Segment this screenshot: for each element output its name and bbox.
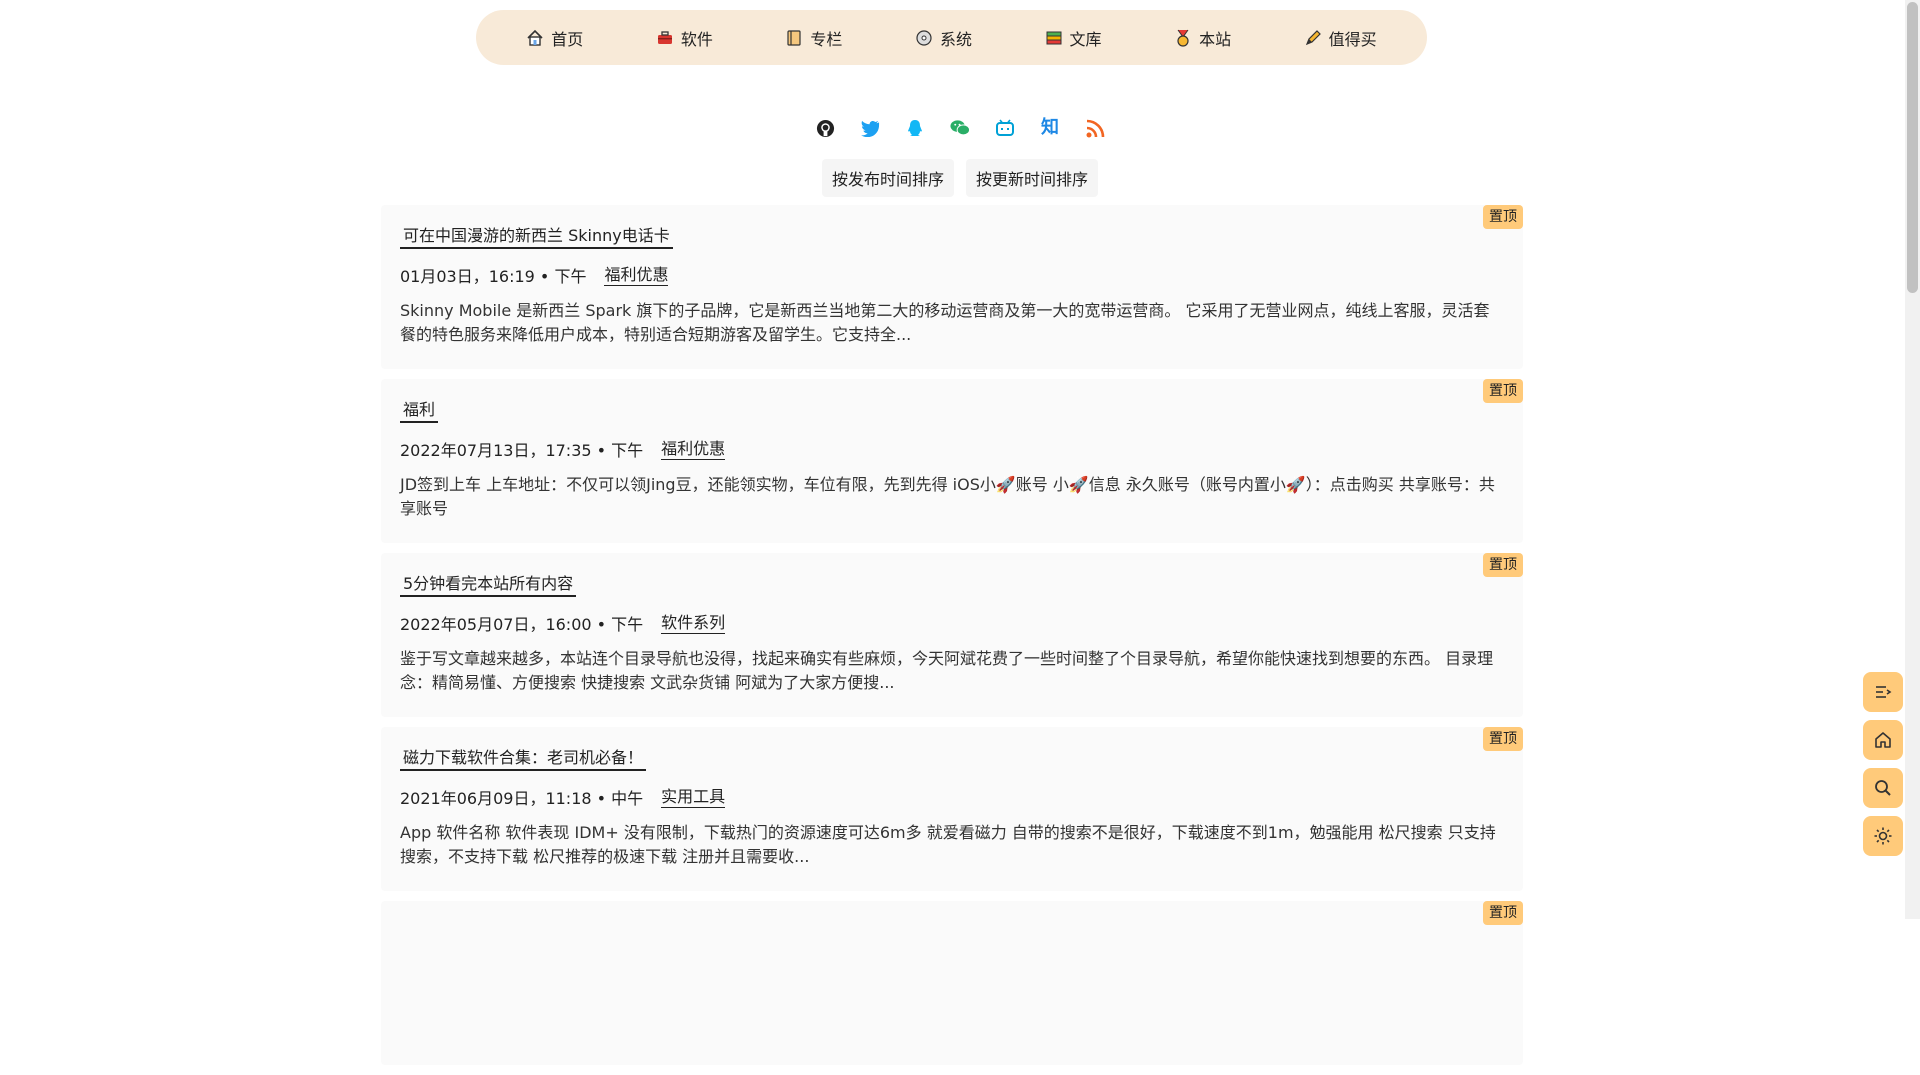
twitter-icon[interactable]	[860, 118, 880, 138]
nav-item-system[interactable]: 系统	[915, 26, 972, 50]
post-category-link[interactable]: 软件系列	[661, 612, 726, 634]
pinned-badge: 置顶	[1483, 205, 1523, 229]
search-icon	[1875, 780, 1891, 796]
wechat-icon[interactable]	[950, 118, 970, 138]
theme-toggle-button[interactable]	[1863, 816, 1903, 856]
github-icon[interactable]	[815, 118, 835, 138]
nav-label: 首页	[551, 29, 584, 49]
nav-item-home[interactable]: 首页	[526, 26, 583, 50]
post-meta: 2022年05月07日，16:00 • 下午 软件系列	[400, 611, 1505, 635]
post-meta: 01月03日，16:19 • 下午 福利优惠	[400, 263, 1505, 287]
pen-icon	[1305, 29, 1321, 45]
notebook-icon	[787, 29, 801, 46]
nav-item-column[interactable]: 专栏	[785, 26, 842, 50]
nav-label: 软件	[680, 29, 713, 49]
pinned-badge: 置顶	[1483, 379, 1523, 403]
theme-sun-icon	[1874, 827, 1892, 845]
pinned-badge: 置顶	[1483, 553, 1523, 577]
search-button[interactable]	[1863, 768, 1903, 808]
home-button[interactable]	[1863, 720, 1903, 760]
toolbox-icon	[657, 30, 672, 44]
house-icon	[527, 29, 543, 46]
post-excerpt: JD签到上车 上车地址：不仅可以领Jing豆，还能领实物，车位有限，先到先得 i…	[400, 475, 1495, 518]
post-list: 置顶 可在中国漫游的新西兰 Skinny电话卡 01月03日，16:19 • 下…	[381, 205, 1523, 1075]
nav-label: 本站	[1199, 29, 1232, 49]
post-card: 置顶 磁力下载软件合集：老司机必备！ 2021年06月09日，11:18 • 中…	[381, 727, 1523, 891]
post-title[interactable]: 5分钟看完本站所有内容	[400, 573, 577, 597]
pinned-badge: 置顶	[1483, 727, 1523, 751]
nav-item-library[interactable]: 文库	[1045, 26, 1102, 50]
bilibili-icon[interactable]	[995, 118, 1015, 138]
post-excerpt: Skinny Mobile 是新西兰 Spark 旗下的子品牌，它是新西兰当地第…	[400, 301, 1490, 344]
post-date: 01月03日，16:19 • 下午	[400, 267, 587, 286]
post-date: 2021年06月09日，11:18 • 中午	[400, 789, 644, 808]
post-excerpt: 鉴于写文章越来越多，本站连个目录导航也没得，找起来确实有些麻烦，今天阿斌花费了一…	[400, 649, 1494, 692]
nav-label: 文库	[1069, 29, 1102, 49]
medal-icon	[1177, 29, 1189, 47]
nav-label: 值得买	[1328, 29, 1377, 49]
nav-item-deals[interactable]: 值得买	[1304, 26, 1377, 50]
post-category-link[interactable]: 福利优惠	[604, 264, 669, 286]
nav-label: 专栏	[810, 29, 843, 49]
sort-controls: 按发布时间排序 按更新时间排序	[0, 159, 1920, 197]
toc-button[interactable]	[1863, 672, 1903, 712]
post-excerpt: App 软件名称 软件表现 IDM+ 没有限制，下载热门的资源速度可达6m多 就…	[400, 823, 1496, 866]
post-card: 置顶 5分钟看完本站所有内容 2022年05月07日，16:00 • 下午 软件…	[381, 553, 1523, 717]
post-title[interactable]: 可在中国漫游的新西兰 Skinny电话卡	[400, 225, 673, 249]
scrollbar-thumb[interactable]	[1907, 2, 1918, 293]
post-meta: 2022年07月13日，17:35 • 下午 福利优惠	[400, 437, 1505, 461]
post-card: 置顶 福利 2022年07月13日，17:35 • 下午 福利优惠 JD签到上车…	[381, 379, 1523, 543]
rss-icon[interactable]	[1085, 118, 1105, 138]
sort-by-published-button[interactable]: 按发布时间排序	[821, 159, 954, 197]
post-title[interactable]: 磁力下载软件合集：老司机必备！	[400, 747, 647, 771]
post-category-link[interactable]: 福利优惠	[661, 438, 726, 460]
post-category-link[interactable]: 实用工具	[661, 786, 726, 808]
post-date: 2022年07月13日，17:35 • 下午	[400, 441, 644, 460]
post-meta: 2021年06月09日，11:18 • 中午 实用工具	[400, 785, 1505, 809]
nav-item-software[interactable]: 软件	[656, 26, 713, 50]
nav-item-about[interactable]: 本站	[1174, 26, 1231, 50]
disc-icon	[916, 29, 932, 46]
zhihu-icon[interactable]: 知	[1040, 118, 1060, 138]
scrollbar[interactable]	[1905, 0, 1920, 919]
social-links: 知	[0, 118, 1920, 138]
post-card: 置顶	[381, 901, 1523, 1065]
post-card: 置顶 可在中国漫游的新西兰 Skinny电话卡 01月03日，16:19 • 下…	[381, 205, 1523, 369]
pinned-badge: 置顶	[1483, 901, 1523, 925]
qq-icon[interactable]	[905, 118, 925, 138]
sort-by-updated-button[interactable]: 按更新时间排序	[966, 159, 1099, 197]
books-icon	[1046, 31, 1062, 44]
home-icon	[1875, 732, 1891, 748]
toc-icon	[1876, 686, 1892, 698]
top-nav: 首页 软件 专栏 系统 文库 本站 值得买	[476, 10, 1427, 65]
nav-label: 系统	[939, 29, 972, 49]
post-date: 2022年05月07日，16:00 • 下午	[400, 615, 644, 634]
post-title[interactable]: 福利	[400, 399, 439, 423]
